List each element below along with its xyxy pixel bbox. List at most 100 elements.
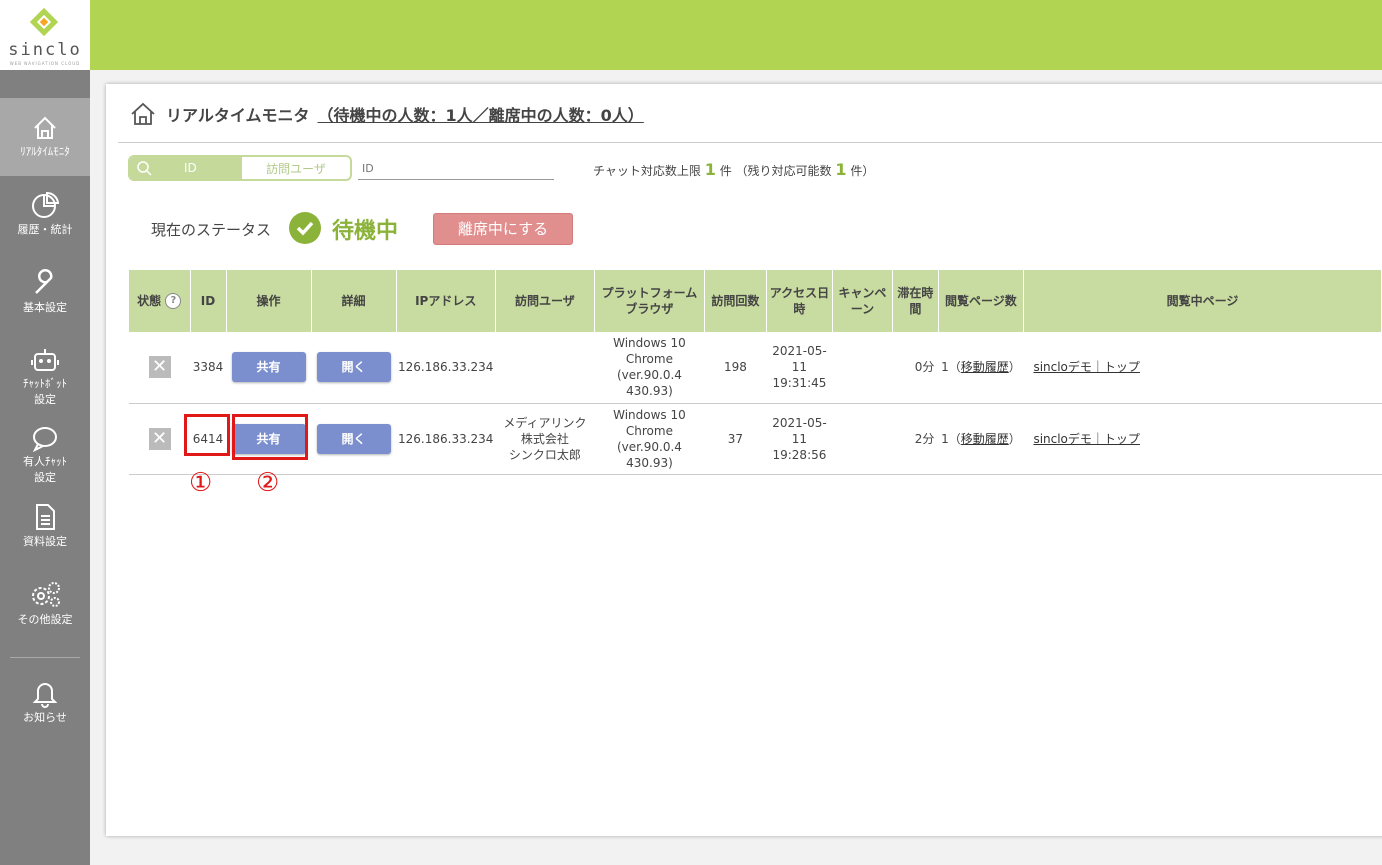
search-icon [137,161,152,176]
stay-cell: 0分 [892,332,939,404]
current-page-link[interactable]: sincloデモ｜トップ [1033,432,1139,446]
user-cell [495,332,595,404]
col-visits: 訪問回数 [704,270,767,332]
chat-remaining-value: 1 [835,160,847,179]
logo-word: sinclo [8,40,82,60]
visits-cell: 198 [704,332,767,404]
close-icon[interactable]: ✕ [148,356,171,379]
annotation-one: ① [189,468,213,498]
bell-icon [32,683,58,708]
sidebar-item-label: 有人ﾁｬｯﾄ 設定 [23,455,67,484]
col-detail: 詳細 [311,270,397,332]
current-page-cell: sincloデモ｜トップ [1023,332,1382,404]
col-id: ID [190,270,227,332]
sidebar-item-realtime-monitor[interactable]: ﾘｱﾙﾀｲﾑﾓﾆﾀ [0,98,90,176]
ip-cell: 126.186.33.234 [396,332,496,404]
chat-bubble-icon [32,427,57,452]
campaign-cell [832,403,893,475]
pages-cell: 1（移動履歴） [938,403,1024,475]
chat-remaining-unit: 件） [850,164,875,178]
open-button[interactable]: 開く [316,423,391,454]
open-button[interactable]: 開く [316,352,391,383]
share-button[interactable]: 共有 [231,352,306,383]
status-value: 待機中 [332,219,399,244]
visits-cell: 37 [704,403,767,475]
sidebar-item-label: ﾘｱﾙﾀｲﾑﾓﾆﾀ [20,145,70,158]
robot-icon [31,349,59,371]
status-label: 現在のステータス [151,221,272,239]
history-link[interactable]: 移動履歴 [961,432,1009,446]
home-icon [34,116,56,139]
access-cell: 2021-05-11 19:31:45 [766,332,833,404]
table-header-row: 状態 ? ID 操作 詳細 IPアドレス 訪問ユーザ プラットフォーム ブラウザ… [129,270,1382,332]
col-stay: 滞在時間 [892,270,939,332]
col-pages: 閲覧ページ数 [938,270,1024,332]
waiting-counts-text: （待機中の人数：1人／離席中の人数：0人） [317,106,644,125]
pages-cell: 1（移動履歴） [938,332,1024,404]
table-row: ✕ 3384 共有 開く 126.186.33.234 Windows 10 C… [129,332,1382,404]
sidebar-item-basic-settings[interactable]: 基本設定 [0,268,90,316]
chat-limit-value: 1 [704,160,716,179]
pie-chart-icon [32,191,60,218]
close-icon[interactable]: ✕ [148,427,171,450]
col-ip: IPアドレス [396,270,496,332]
sidebar-item-other-settings[interactable]: その他設定 [0,580,90,628]
current-page-cell: sincloデモ｜トップ [1023,403,1382,475]
help-icon[interactable]: ? [165,293,182,310]
sidebar-item-label: ﾁｬｯﾄﾎﾞｯﾄ 設定 [23,377,67,406]
current-page-link[interactable]: sincloデモ｜トップ [1033,360,1139,374]
platform-cell: Windows 10 Chrome (ver.90.0.4 430.93) [594,332,705,404]
col-user: 訪問ユーザ [495,270,595,332]
waiting-counts[interactable]: （待機中の人数：1人／離席中の人数：0人） [318,102,644,126]
toggle-visitor[interactable]: 訪問ユーザ [242,157,350,179]
col-platform: プラットフォーム ブラウザ [594,270,705,332]
home-icon [131,102,155,125]
sidebar-item-label: その他設定 [17,613,73,626]
search-input[interactable] [358,158,554,180]
logo-tagline: WEB NAVIGATION CLOUD [9,61,81,66]
highlight-id-box [184,414,230,456]
operation-cell: 共有 [226,332,311,404]
sidebar-item-label: 基本設定 [23,301,67,314]
chat-limit-unit: 件 （残り対応可能数 [719,164,832,178]
ip-cell: 126.186.33.234 [396,403,496,475]
logo-mark-icon [29,7,59,37]
page-title-text: リアルタイムモニタ [166,106,310,125]
col-campaign: キャンペーン [832,270,893,332]
toggle-id[interactable]: ID [130,157,242,179]
annotation-two: ② [256,468,280,498]
pages-count: 1（ [941,431,961,446]
detail-cell: 開く [311,403,396,475]
sidebar-item-label: お知らせ [23,711,67,724]
sidebar-item-label: 資料設定 [23,535,67,548]
chat-limit-label: チャット対応数上限 [593,164,701,178]
search-mode-toggle: ID 訪問ユーザ [128,155,352,181]
toggle-id-label: ID [184,161,197,175]
chat-limit-info: チャット対応数上限 1 件 （残り対応可能数 1 件） [593,160,874,179]
platform-cell: Windows 10 Chrome (ver.90.0.4 430.93) [594,403,705,475]
id-cell: 3384 [190,332,226,404]
logo[interactable]: sinclo WEB NAVIGATION CLOUD [0,0,90,70]
sidebar-item-document-settings[interactable]: 資料設定 [0,502,90,550]
sidebar-item-manned-chat-settings[interactable]: 有人ﾁｬｯﾄ 設定 [0,424,90,486]
set-away-button[interactable]: 離席中にする [433,213,573,245]
history-link[interactable]: 移動履歴 [961,360,1009,374]
check-circle-icon [289,212,321,244]
stay-cell: 2分 [892,403,939,475]
col-access: アクセス日時 [766,270,833,332]
table-row: ✕ 6414 共有 開く 126.186.33.234 メディアリンク 株式会社… [129,403,1382,475]
pages-close: ） [1008,360,1021,375]
title-divider [118,142,1382,143]
gears-icon [32,582,60,607]
sidebar-item-notices[interactable]: お知らせ [0,678,90,726]
state-cell: ✕ [129,403,190,475]
col-state: 状態 ? [129,270,191,332]
wrench-icon [35,269,53,294]
pages-count: 1（ [941,360,961,375]
sidebar-item-history[interactable]: 履歴・統計 [0,190,90,238]
access-cell: 2021-05-11 19:28:56 [766,403,833,475]
col-operation: 操作 [226,270,312,332]
sidebar-item-chatbot-settings[interactable]: ﾁｬｯﾄﾎﾞｯﾄ 設定 [0,346,90,408]
highlight-share-box [232,414,308,460]
sidebar-divider [10,657,80,658]
